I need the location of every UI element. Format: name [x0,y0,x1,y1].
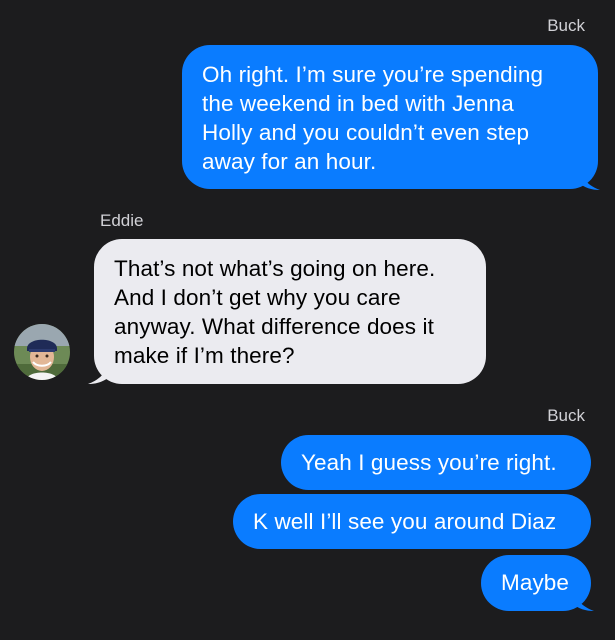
message-line: That’s not what’s going on here. [114,256,436,281]
sender-name-buck: Buck [547,406,585,425]
message-bubble-outgoing[interactable]: K well I’ll see you around Diaz [233,494,591,549]
message-line: anyway. What difference does it [114,314,434,339]
message-line: And I don’t get why you care [114,285,401,310]
message-line: the weekend in bed with Jenna [202,91,514,116]
bubble-tail-outgoing [578,164,600,190]
message-bubble-incoming[interactable]: That’s not what’s going on here. And I d… [94,239,486,384]
message-line: Holly and you couldn’t even step [202,120,530,145]
sender-name-buck: Buck [547,16,585,35]
message-line: Yeah I guess you’re right. [301,450,557,475]
contact-avatar[interactable] [14,324,70,380]
message-line: away for an hour. [202,149,377,174]
conversation-view: Buck Oh right. I’m sure you’re spending … [0,0,615,640]
bubble-tail-outgoing [572,585,594,611]
bubble-tail-incoming [88,358,110,384]
sender-name-eddie: Eddie [100,211,144,230]
message-line: Maybe [501,570,570,595]
avatar-photo-icon [14,324,70,380]
message-bubble-outgoing[interactable]: Yeah I guess you’re right. [281,435,591,490]
message-line: K well I’ll see you around Diaz [253,509,557,534]
message-bubble-outgoing[interactable]: Oh right. I’m sure you’re spending the w… [182,45,598,189]
message-line: Oh right. I’m sure you’re spending [202,62,544,87]
message-line: make if I’m there? [114,343,295,368]
